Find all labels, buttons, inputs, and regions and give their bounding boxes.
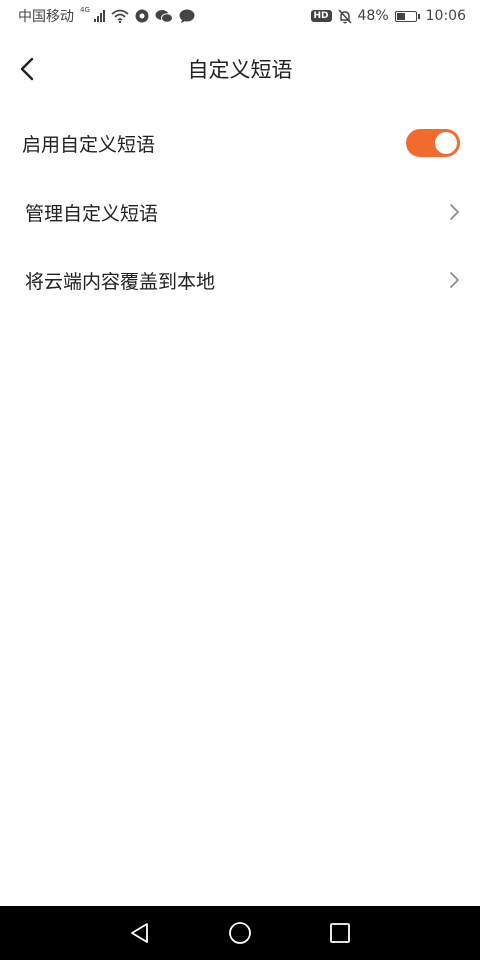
home-circle-icon <box>229 922 251 944</box>
recents-square-icon <box>330 923 350 943</box>
mute-bell-icon <box>337 8 352 24</box>
signal-icon <box>93 10 105 22</box>
chevron-right-icon <box>450 204 459 220</box>
clock: 10:06 <box>425 8 466 24</box>
status-right: HD 48% 10:06 <box>310 8 466 24</box>
manage-phrases-label: 管理自定义短语 <box>25 202 159 225</box>
network-type: 4G <box>80 6 90 14</box>
chevron-right-icon <box>450 272 459 288</box>
toggle-knob <box>435 132 457 154</box>
nav-back-button[interactable] <box>90 906 190 960</box>
nav-recents-button[interactable] <box>290 906 390 960</box>
settings-list: 启用自定义短语 管理自定义短语 将云端内容覆盖到本地 <box>0 108 480 314</box>
manage-phrases-row[interactable]: 管理自定义短语 <box>0 178 480 246</box>
header: 自定义短语 <box>0 32 480 106</box>
enable-phrases-toggle[interactable] <box>406 129 460 157</box>
status-bar: 中国移动 4G HD 48% 10:06 <box>0 0 480 32</box>
enable-phrases-label: 启用自定义短语 <box>22 133 156 156</box>
page-title: 自定义短语 <box>187 58 293 82</box>
nav-home-button[interactable] <box>190 906 290 960</box>
enable-phrases-row: 启用自定义短语 <box>0 108 480 178</box>
wifi-icon <box>111 9 129 23</box>
system-nav-bar <box>0 906 480 960</box>
chevron-left-icon <box>20 57 34 81</box>
hd-badge: HD <box>310 10 332 22</box>
circle-icon <box>135 9 149 23</box>
wechat-icon <box>155 10 173 23</box>
screen: 中国移动 4G HD 48% 10:06 自定义短语 启用自定义短语 管理自定义… <box>0 0 480 960</box>
back-button[interactable] <box>14 54 40 84</box>
overwrite-local-row[interactable]: 将云端内容覆盖到本地 <box>0 246 480 314</box>
status-left: 中国移动 4G <box>18 6 195 26</box>
back-triangle-icon <box>131 923 148 943</box>
overwrite-local-label: 将云端内容覆盖到本地 <box>25 270 216 293</box>
battery-icon <box>394 10 420 22</box>
chat-bubble-icon <box>179 9 195 23</box>
carrier-name: 中国移动 <box>18 9 74 25</box>
battery-percent: 48% <box>357 8 389 24</box>
